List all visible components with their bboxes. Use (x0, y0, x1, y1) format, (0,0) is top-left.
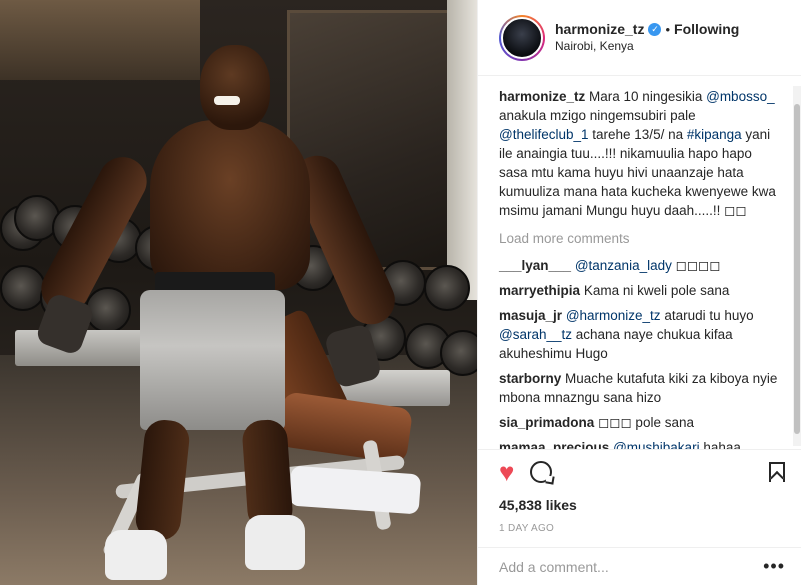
comment-item: starborny Muache kutafuta kiki za kiboya… (499, 369, 783, 407)
scrollbar-thumb[interactable] (794, 104, 800, 434)
location-link[interactable]: Nairobi, Kenya (555, 38, 739, 55)
bookmark-icon[interactable] (769, 461, 785, 482)
comment-text: Kama ni kweli pole sana (583, 283, 730, 298)
comment-bubble-icon[interactable] (530, 460, 553, 483)
avatar-image (501, 16, 543, 59)
comment-username[interactable]: masuja_jr (499, 308, 562, 323)
comment-mention[interactable]: @tanzania_lady (575, 258, 672, 273)
load-more-comments-button[interactable]: Load more comments (499, 230, 783, 248)
separator-dot: • (665, 21, 671, 37)
caption-text: Mara 10 ningesikia (585, 89, 707, 104)
comment-username[interactable]: marryethipia (499, 283, 580, 298)
comment-item: marryethipia Kama ni kweli pole sana (499, 281, 783, 300)
comment-text: hahaa (699, 440, 741, 449)
post-header: harmonize_tz ✓ • Following Nairobi, Keny… (478, 0, 801, 76)
caption-text: tarehe 13/5/ na (588, 127, 687, 142)
comments-scrollbar[interactable] (793, 86, 801, 446)
comment-username[interactable]: sia_primadona (499, 415, 594, 430)
more-options-icon[interactable]: ••• (763, 556, 785, 577)
instagram-post: harmonize_tz ✓ • Following Nairobi, Keny… (0, 0, 801, 585)
comment-item: masuja_jr @harmonize_tz atarudi tu huyo … (499, 306, 783, 363)
post-side-panel: harmonize_tz ✓ • Following Nairobi, Keny… (477, 0, 801, 585)
like-count[interactable]: 45,838 likes (478, 493, 801, 517)
comment-username[interactable]: ___lyan___ (499, 258, 571, 273)
photo-wall-panel (0, 0, 200, 80)
caption-mention[interactable]: @thelifeclub_1 (499, 127, 589, 142)
header-text: harmonize_tz ✓ • Following Nairobi, Keny… (555, 21, 739, 55)
post-photo[interactable] (0, 0, 477, 585)
comment-text: ◻◻◻ pole sana (598, 415, 694, 430)
add-comment-bar: ••• (478, 547, 801, 585)
comment-text: ◻◻◻◻ (671, 258, 721, 273)
comment-username[interactable]: mamaa_precious (499, 440, 609, 449)
following-button[interactable]: Following (674, 21, 739, 38)
username-link[interactable]: harmonize_tz (555, 21, 644, 38)
comment-item: mamaa_precious @mushibakari hahaa (499, 438, 783, 449)
avatar[interactable] (499, 14, 545, 61)
comment-mention[interactable]: @sarah__tz (499, 327, 572, 342)
comments-section[interactable]: harmonize_tz Mara 10 ningesikia @mbosso_… (478, 76, 801, 449)
caption-mention[interactable]: @mbosso_ (706, 89, 774, 104)
action-bar: ♥ (478, 449, 801, 493)
verified-badge-icon: ✓ (648, 22, 662, 36)
comment-mention[interactable]: @harmonize_tz (566, 308, 661, 323)
caption-text: anakula mzigo ningemsubiri pale (499, 108, 696, 123)
post-timestamp[interactable]: 1 DAY AGO (478, 517, 801, 547)
caption-hashtag[interactable]: #kipanga (687, 127, 742, 142)
comment-item: ___lyan___ @tanzania_lady ◻◻◻◻ (499, 256, 783, 275)
comment-text: atarudi tu huyo (660, 308, 754, 323)
comment-mention[interactable]: @mushibakari (613, 440, 699, 449)
comment-item: sia_primadona ◻◻◻ pole sana (499, 413, 783, 432)
comment-username[interactable]: starborny (499, 371, 561, 386)
add-comment-input[interactable] (499, 558, 764, 575)
post-caption: harmonize_tz Mara 10 ningesikia @mbosso_… (499, 87, 783, 220)
like-heart-icon[interactable]: ♥ (499, 459, 514, 485)
caption-username[interactable]: harmonize_tz (499, 89, 585, 104)
